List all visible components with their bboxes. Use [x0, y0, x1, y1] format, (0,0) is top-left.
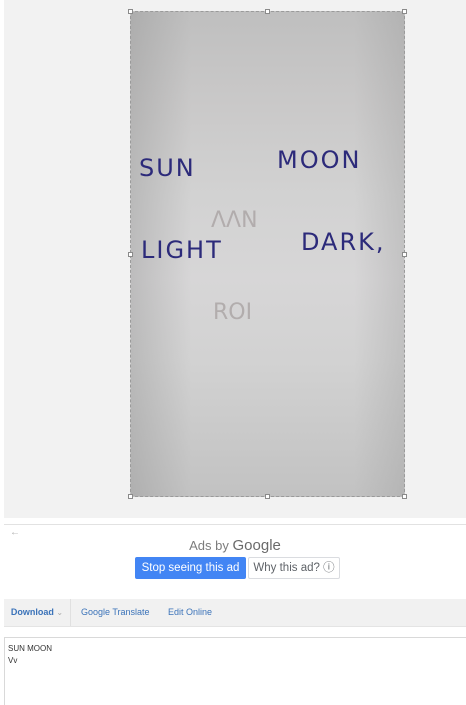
- edit-online-link[interactable]: Edit Online: [168, 599, 212, 626]
- handwritten-word-moon: MOON: [277, 146, 362, 174]
- crop-handle-top[interactable]: [265, 9, 270, 14]
- ocr-result-text: SUN MOON Vv: [8, 644, 52, 665]
- crop-handle-bottom[interactable]: [265, 494, 270, 499]
- faded-text-2: ROI: [213, 300, 253, 325]
- crop-handle-top-right[interactable]: [402, 9, 407, 14]
- ad-block: ← Ads by Google Stop seeing this ad Why …: [4, 524, 466, 587]
- faded-text-1: ɅɅN: [211, 208, 258, 233]
- google-translate-link[interactable]: Google Translate: [81, 599, 150, 626]
- download-button[interactable]: Download ⌄: [4, 599, 71, 626]
- stop-seeing-ad-button[interactable]: Stop seeing this ad: [135, 557, 246, 579]
- result-toolbar: Download ⌄ Google Translate Edit Online: [4, 599, 466, 627]
- chevron-down-icon: ⌄: [56, 608, 64, 617]
- crop-handle-bottom-left[interactable]: [128, 494, 133, 499]
- download-label: Download: [10, 607, 54, 617]
- crop-handle-top-left[interactable]: [128, 9, 133, 14]
- ocr-result-textarea[interactable]: SUN MOON Vv: [4, 637, 466, 705]
- google-brand: Google: [232, 537, 281, 554]
- handwritten-word-sun: SUN: [139, 154, 196, 182]
- crop-handle-left[interactable]: [128, 252, 133, 257]
- ads-by-google-label: Ads by Google: [4, 537, 466, 554]
- uploaded-photo[interactable]: SUN MOON ɅɅN LIGHT DARK, ROI: [130, 11, 405, 497]
- why-this-ad-button[interactable]: Why this ad? ⓘ: [248, 557, 340, 579]
- ads-by-prefix: Ads by: [189, 538, 229, 553]
- handwritten-word-light: LIGHT: [141, 236, 223, 264]
- crop-handle-bottom-right[interactable]: [402, 494, 407, 499]
- handwritten-word-dark: DARK,: [301, 228, 386, 256]
- crop-handle-right[interactable]: [402, 252, 407, 257]
- image-preview-area: SUN MOON ɅɅN LIGHT DARK, ROI: [4, 0, 466, 518]
